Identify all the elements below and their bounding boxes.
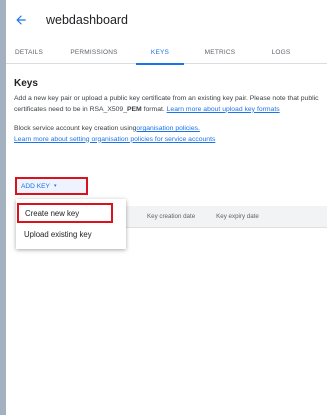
tab-logs[interactable]: LOGS <box>256 40 306 64</box>
menu-item-create-new-key[interactable]: Create new key <box>17 203 113 223</box>
keys-section: Keys Add a new key pair or upload a publ… <box>6 78 327 145</box>
top-bar: webdashboard <box>6 0 327 40</box>
column-key-expiry-date: Key expiry date <box>216 213 259 220</box>
tab-permissions[interactable]: PERMISSIONS <box>52 40 136 64</box>
add-key-menu: Create new key Upload existing key <box>16 199 126 249</box>
learn-more-upload-formats-link[interactable]: Learn more about upload key formats <box>167 106 280 113</box>
keys-table-header: Key creation date Key expiry date <box>120 206 327 228</box>
section-heading: Keys <box>14 78 38 89</box>
policy-text: Block service account key creation using <box>14 125 137 132</box>
menu-item-upload-existing-key[interactable]: Upload existing key <box>16 224 126 244</box>
organisation-policies-link[interactable]: organisation policies. <box>136 125 199 132</box>
add-key-label: ADD KEY <box>21 182 50 190</box>
page-title: webdashboard <box>46 13 129 27</box>
column-key-creation-date: Key creation date <box>147 213 196 220</box>
tab-keys[interactable]: KEYS <box>136 40 184 65</box>
menu-item-label: Create new key <box>25 208 80 218</box>
panel: webdashboard DETAILS PERMISSIONS KEYS ME… <box>6 0 327 415</box>
tab-bar: DETAILS PERMISSIONS KEYS METRICS LOGS <box>6 40 327 65</box>
key-description-text-end: format. <box>141 105 165 113</box>
tab-details[interactable]: DETAILS <box>6 40 52 64</box>
back-arrow-icon[interactable] <box>14 12 30 28</box>
caret-down-icon: ▾ <box>53 183 57 189</box>
pem-label: PEM <box>126 105 142 113</box>
add-key-highlight: ADD KEY ▾ <box>15 177 88 195</box>
add-key-button[interactable]: ADD KEY ▾ <box>17 179 86 193</box>
key-description: Add a new key pair or upload a public ke… <box>14 94 324 115</box>
tab-metrics[interactable]: METRICS <box>184 40 256 64</box>
policy-description: Block service account key creation using… <box>14 124 324 145</box>
menu-item-label: Upload existing key <box>24 229 92 239</box>
learn-more-policies-link[interactable]: Learn more about setting organisation po… <box>14 136 215 143</box>
